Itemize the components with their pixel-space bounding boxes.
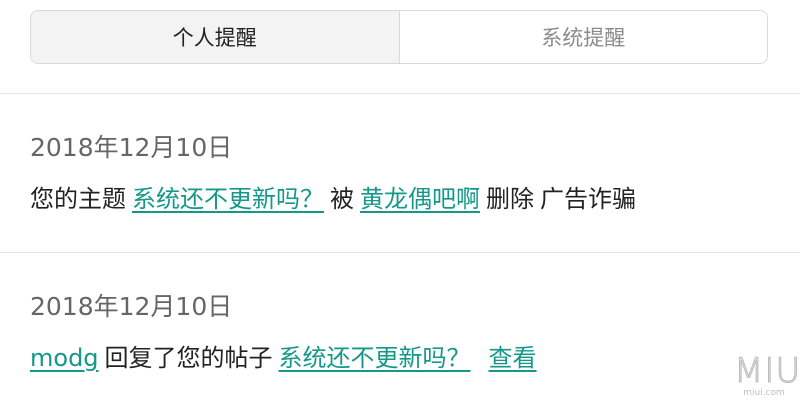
miui-logo: MIUI [734, 351, 800, 391]
notice-item: 2018年12月10日 modg 回复了您的帖子 系统还不更新吗？ 查看 [30, 292, 770, 374]
topic-link[interactable]: 系统还不更新吗？ [132, 185, 324, 213]
notice-message: 您的主题 系统还不更新吗？被黄龙偶吧啊 删除 广告诈骗 [30, 183, 770, 215]
notice-reason: 广告诈骗 [540, 185, 636, 213]
divider [0, 252, 800, 253]
user-link[interactable]: modg [30, 344, 99, 372]
notice-message: modg 回复了您的帖子 系统还不更新吗？ 查看 [30, 342, 770, 374]
notifications-page: 个人提醒 系统提醒 2018年12月10日 您的主题 系统还不更新吗？被黄龙偶吧啊… [0, 0, 800, 400]
topic-link[interactable]: 系统还不更新吗？ [279, 344, 471, 372]
reminder-tabs: 个人提醒 系统提醒 [30, 10, 768, 64]
notice-prefix: 您的主题 [30, 185, 126, 213]
notice-action: 删除 [486, 185, 534, 213]
miui-watermark: MIUI miui.com [734, 351, 800, 399]
view-link[interactable]: 查看 [489, 344, 537, 372]
notice-action: 回复了您的帖子 [104, 344, 273, 372]
divider [0, 93, 800, 94]
tab-personal-reminders[interactable]: 个人提醒 [31, 11, 399, 63]
tab-system-reminders[interactable]: 系统提醒 [398, 11, 767, 63]
notice-date: 2018年12月10日 [30, 133, 233, 162]
notice-date: 2018年12月10日 [30, 292, 233, 321]
notice-by: 被 [330, 185, 354, 213]
notice-item: 2018年12月10日 您的主题 系统还不更新吗？被黄龙偶吧啊 删除 广告诈骗 [30, 133, 770, 215]
user-link[interactable]: 黄龙偶吧啊 [360, 185, 480, 213]
